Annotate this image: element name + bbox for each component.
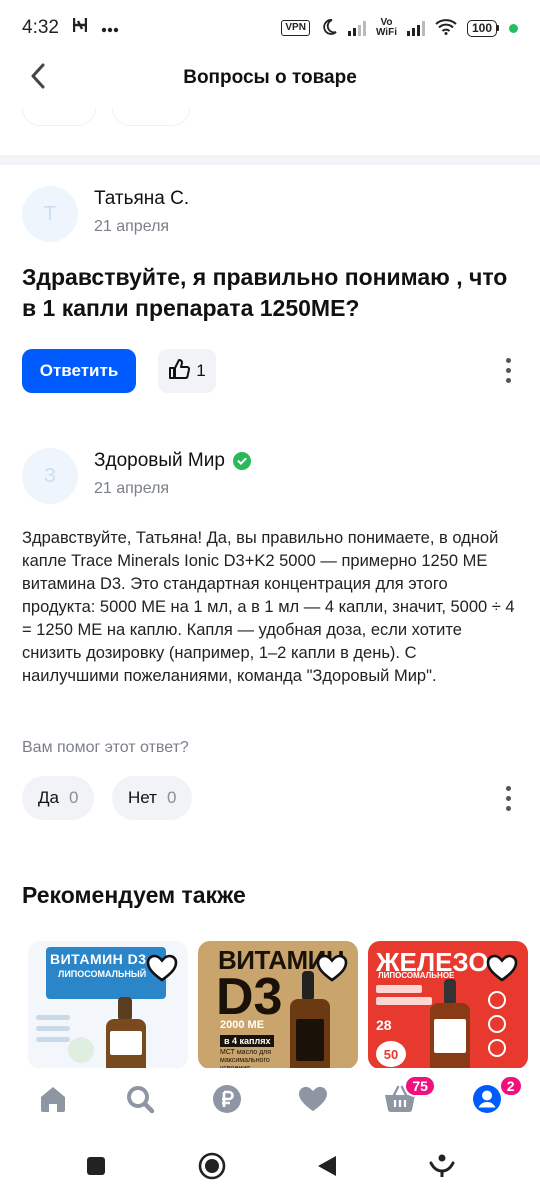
product-desc: МСТ масло для максимального усвоения	[220, 1049, 272, 1069]
cart-badge: 75	[404, 1075, 436, 1097]
profile-badge: 2	[498, 1075, 523, 1097]
vote-yes-label: Да	[38, 788, 59, 807]
nav-profile[interactable]: 2	[465, 1075, 523, 1123]
vote-no-button[interactable]: Нет 0	[112, 776, 193, 820]
product-card[interactable]: ВИТАМИН D3 ЛИПОСОМАЛЬНЫЙ	[28, 941, 188, 1069]
product-count-badge: 50	[376, 1041, 406, 1067]
like-button[interactable]: 1	[158, 349, 216, 393]
product-bottle	[444, 979, 456, 1005]
product-dose: 2000 МЕ	[220, 1019, 265, 1031]
vote-no-label: Нет	[128, 788, 157, 807]
battery-icon: 100	[466, 19, 499, 37]
answer-text: Здравствуйте, Татьяна! Да, вы правильно …	[22, 529, 515, 685]
favorite-heart-icon[interactable]	[316, 953, 348, 983]
previous-chip	[112, 108, 190, 126]
status-bar: 4:32 VPN Vo WiFi 100	[0, 0, 540, 56]
signal-icon	[347, 20, 366, 36]
header: Вопросы о товаре	[0, 56, 540, 100]
product-subtitle: ЛИПОСОМАЛЬНЫЙ	[58, 969, 147, 979]
recent-apps-button[interactable]	[85, 1155, 107, 1182]
product-dose: 28	[376, 1017, 392, 1033]
home-icon	[38, 1085, 68, 1118]
avatar: Т	[22, 186, 78, 242]
favorite-heart-icon[interactable]	[146, 953, 178, 983]
question-date: 21 апреля	[94, 218, 170, 235]
product-title: ВИТАМИН D3	[50, 951, 147, 967]
answer-author: З Здоровый Мир 21 апреля	[22, 448, 251, 504]
author-name: Татьяна С.	[94, 188, 190, 209]
product-big-text: D3	[216, 968, 283, 1026]
product-bottle	[118, 997, 132, 1021]
vote-no-count: 0	[166, 788, 177, 807]
vote-yes-button[interactable]: Да 0	[22, 776, 95, 820]
question-text: Здравствуйте, я правильно понимаю , что …	[22, 264, 508, 321]
favorite-heart-icon[interactable]	[486, 953, 518, 983]
chevron-left-icon	[30, 63, 46, 94]
recommend-title: Рекомендуем также	[22, 882, 246, 908]
privacy-dot	[509, 23, 518, 33]
page-title: Вопросы о товаре	[183, 67, 357, 88]
assistant-button[interactable]	[429, 1153, 455, 1184]
back-button[interactable]	[20, 60, 56, 96]
back-system-button[interactable]	[316, 1154, 338, 1183]
like-count: 1	[196, 361, 206, 380]
nav-search[interactable]	[118, 1079, 162, 1123]
product-dose-note: в 4 каплях	[220, 1035, 275, 1047]
nav-favorites[interactable]	[291, 1079, 335, 1123]
product-bottle	[302, 971, 314, 1001]
product-subtitle: ЛИПОСОМАЛЬНОЕ	[378, 971, 455, 980]
vowifi-label: Vo WiFi	[375, 17, 397, 38]
heart-icon	[298, 1085, 328, 1118]
verified-check-icon	[232, 452, 251, 470]
answer-date: 21 апреля	[94, 480, 170, 497]
vote-yes-count: 0	[68, 788, 79, 807]
helpful-question: Вам помог этот ответ?	[22, 739, 189, 756]
nav-cart[interactable]: 75	[378, 1075, 436, 1123]
question-more-button[interactable]	[496, 350, 520, 390]
nav-home[interactable]	[31, 1079, 75, 1123]
ruble-icon	[212, 1084, 242, 1119]
question-author: Т Татьяна С. 21 апреля	[22, 186, 189, 242]
vpn-badge: VPN	[281, 20, 310, 36]
profile-icon	[472, 1084, 502, 1119]
section-divider	[0, 155, 540, 165]
wifi-icon	[435, 18, 457, 38]
previous-chip	[22, 108, 96, 126]
system-nav	[0, 1140, 540, 1196]
home-button[interactable]	[198, 1152, 226, 1185]
thumbs-up-icon	[168, 358, 191, 385]
nav-pay[interactable]	[205, 1079, 249, 1123]
status-time: 4:32	[22, 17, 59, 38]
product-card[interactable]: ВИТАМИН D3 2000 МЕ в 4 каплях МСТ масло …	[198, 941, 358, 1069]
more-dots-icon	[101, 17, 119, 39]
seller-name: Здоровый Мир	[94, 450, 225, 471]
signal-2-icon	[406, 20, 425, 36]
bottom-nav: 75 2	[0, 1068, 540, 1134]
answer-more-button[interactable]	[496, 778, 520, 818]
search-icon	[125, 1084, 155, 1119]
product-card[interactable]: ЖЕЛЕЗО ЛИПОСОМАЛЬНОЕ 28 50	[368, 941, 528, 1069]
moon-icon	[320, 18, 338, 39]
avatar: З	[22, 448, 78, 504]
app-h-icon	[72, 17, 88, 39]
answer-button[interactable]: Ответить	[22, 349, 136, 393]
